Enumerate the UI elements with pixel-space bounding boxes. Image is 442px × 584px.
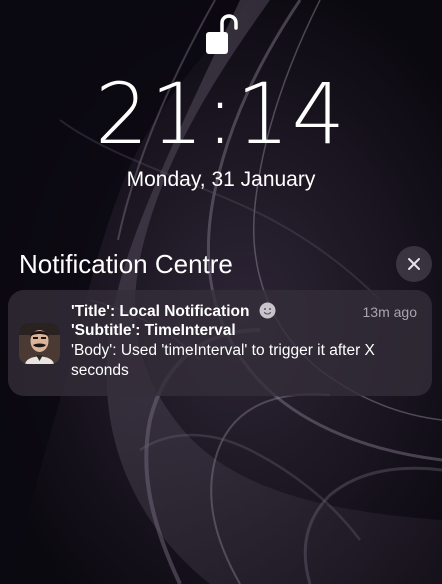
smiling-face-icon xyxy=(259,302,276,319)
notification-timestamp: 13m ago xyxy=(362,304,417,320)
notification-card[interactable]: 'Title': Local Notification 13m ago 'Sub… xyxy=(8,290,432,396)
notification-subtitle: 'Subtitle': TimeInterval xyxy=(71,322,236,339)
notification-title-text: 'Title': Local Notification xyxy=(71,303,250,320)
notification-body: 'Body': Used 'timeInterval' to trigger i… xyxy=(71,342,375,379)
notification-centre-title: Notification Centre xyxy=(19,249,233,279)
notification-title: 'Title': Local Notification xyxy=(71,302,276,322)
unlocked-padlock-icon xyxy=(206,14,238,54)
close-icon xyxy=(408,258,420,270)
lock-screen-date: Monday, 31 January xyxy=(126,168,316,191)
lock-screen-time: 21:14 xyxy=(94,65,348,163)
clear-notifications-button[interactable] xyxy=(396,246,432,282)
app-avatar-icon xyxy=(19,323,60,364)
